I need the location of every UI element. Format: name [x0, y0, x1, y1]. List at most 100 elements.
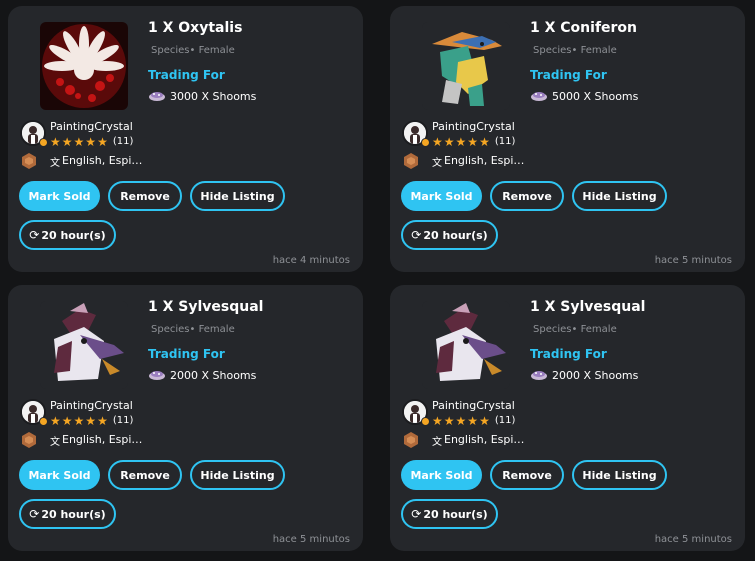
price: 2000 X Shooms [148, 367, 256, 383]
star-icon: ★ [97, 134, 108, 149]
seller-rating: ★ ★ ★ ★ ★ (11) [50, 414, 133, 427]
listing-card: 1 X Sylvesqual Species• Female Trading F… [390, 285, 745, 551]
online-badge-icon [39, 138, 48, 147]
star-icon: ★ [479, 134, 490, 149]
listing-title: 1 X Sylvesqual [530, 299, 646, 315]
star-icon: ★ [467, 134, 479, 149]
rating-count: (11) [112, 415, 134, 426]
star-icon: ★ [73, 413, 85, 428]
translate-icon: 文 [50, 437, 60, 448]
listing-timestamp: hace 5 minutos [654, 255, 732, 266]
shoom-icon [531, 371, 547, 380]
seller-meta: 文 English, Espi… [402, 152, 602, 170]
online-badge-icon [421, 138, 430, 147]
star-icon: ★ [467, 413, 479, 428]
duration-button[interactable]: ⟳ 20 hour(s) [19, 499, 116, 529]
shoom-icon [149, 92, 165, 101]
mark-sold-button[interactable]: Mark Sold [19, 460, 100, 490]
bronze-rank-icon [402, 431, 420, 449]
star-icon: ★ [432, 413, 443, 428]
seller-meta: 文 English, Espi… [20, 152, 220, 170]
duration-label: 20 hour(s) [41, 507, 106, 521]
seller-info: PaintingCrystal ★ ★ ★ ★ ★ (11) [20, 399, 220, 429]
refresh-icon: ⟳ [411, 228, 422, 242]
listing-title: 1 X Sylvesqual [148, 299, 264, 315]
seller-name[interactable]: PaintingCrystal [432, 399, 515, 412]
listing-timestamp: hace 5 minutos [272, 534, 350, 545]
star-icon: ★ [50, 413, 61, 428]
shoom-icon [149, 371, 165, 380]
seller-info: PaintingCrystal ★ ★ ★ ★ ★ (11) [402, 399, 602, 429]
duration-button[interactable]: ⟳ 20 hour(s) [401, 220, 498, 250]
star-icon: ★ [443, 413, 455, 428]
seller-languages: English, Espi… [444, 433, 525, 446]
star-icon: ★ [455, 413, 467, 428]
bronze-rank-icon [20, 152, 38, 170]
star-icon: ★ [432, 134, 443, 149]
remove-button[interactable]: Remove [490, 460, 564, 490]
species-gender: Species• Female [151, 45, 235, 56]
star-icon: ★ [85, 134, 97, 149]
trading-for-label: Trading For [148, 68, 225, 82]
trading-for-label: Trading For [530, 68, 607, 82]
remove-button[interactable]: Remove [108, 460, 182, 490]
duration-button[interactable]: ⟳ 20 hour(s) [19, 220, 116, 250]
listing-card: 1 X Sylvesqual Species• Female Trading F… [8, 285, 363, 551]
star-icon: ★ [50, 134, 61, 149]
listing-timestamp: hace 4 minutos [272, 255, 350, 266]
star-icon: ★ [455, 134, 467, 149]
seller-languages: English, Espi… [444, 154, 525, 167]
price: 2000 X Shooms [530, 367, 638, 383]
seller-meta: 文 English, Espi… [20, 431, 220, 449]
seller-info: PaintingCrystal ★ ★ ★ ★ ★ (11) [20, 120, 220, 150]
remove-button[interactable]: Remove [490, 181, 564, 211]
price-value: 2000 X Shooms [170, 368, 257, 382]
refresh-icon: ⟳ [411, 507, 422, 521]
star-icon: ★ [85, 413, 97, 428]
translate-icon: 文 [432, 158, 442, 169]
price: 3000 X Shooms [148, 88, 256, 104]
seller-name[interactable]: PaintingCrystal [50, 399, 133, 412]
translate-icon: 文 [432, 437, 442, 448]
duration-button[interactable]: ⟳ 20 hour(s) [401, 499, 498, 529]
hide-listing-button[interactable]: Hide Listing [190, 460, 285, 490]
duration-label: 20 hour(s) [41, 228, 106, 242]
sylvesqual-pet-image [40, 301, 128, 389]
listings-grid: 1 X Oxytalis Species• Female Trading For… [0, 0, 755, 561]
online-badge-icon [421, 417, 430, 426]
price: 5000 X Shooms [530, 88, 638, 104]
mark-sold-button[interactable]: Mark Sold [19, 181, 100, 211]
seller-info: PaintingCrystal ★ ★ ★ ★ ★ (11) [402, 120, 602, 150]
online-badge-icon [39, 417, 48, 426]
shoom-icon [531, 92, 547, 101]
species-gender: Species• Female [533, 45, 617, 56]
bronze-rank-icon [402, 152, 420, 170]
listing-card: 1 X Coniferon Species• Female Trading Fo… [390, 6, 745, 272]
rating-count: (11) [494, 415, 516, 426]
coniferon-pet-image [422, 22, 510, 110]
star-icon: ★ [443, 134, 455, 149]
seller-name[interactable]: PaintingCrystal [50, 120, 133, 133]
star-icon: ★ [61, 413, 73, 428]
seller-name[interactable]: PaintingCrystal [432, 120, 515, 133]
species-gender: Species• Female [533, 324, 617, 335]
sylvesqual-pet-image [422, 301, 510, 389]
remove-button[interactable]: Remove [108, 181, 182, 211]
oxytalis-pet-image [40, 22, 128, 110]
rating-count: (11) [112, 136, 134, 147]
mark-sold-button[interactable]: Mark Sold [401, 460, 482, 490]
hide-listing-button[interactable]: Hide Listing [190, 181, 285, 211]
bronze-rank-icon [20, 431, 38, 449]
price-value: 3000 X Shooms [170, 89, 257, 103]
seller-rating: ★ ★ ★ ★ ★ (11) [432, 414, 515, 427]
seller-rating: ★ ★ ★ ★ ★ (11) [50, 135, 133, 148]
hide-listing-button[interactable]: Hide Listing [572, 460, 667, 490]
trading-for-label: Trading For [530, 347, 607, 361]
listing-title: 1 X Oxytalis [148, 20, 243, 36]
hide-listing-button[interactable]: Hide Listing [572, 181, 667, 211]
seller-languages: English, Espi… [62, 154, 143, 167]
seller-meta: 文 English, Espi… [402, 431, 602, 449]
translate-icon: 文 [50, 158, 60, 169]
mark-sold-button[interactable]: Mark Sold [401, 181, 482, 211]
duration-label: 20 hour(s) [423, 228, 488, 242]
